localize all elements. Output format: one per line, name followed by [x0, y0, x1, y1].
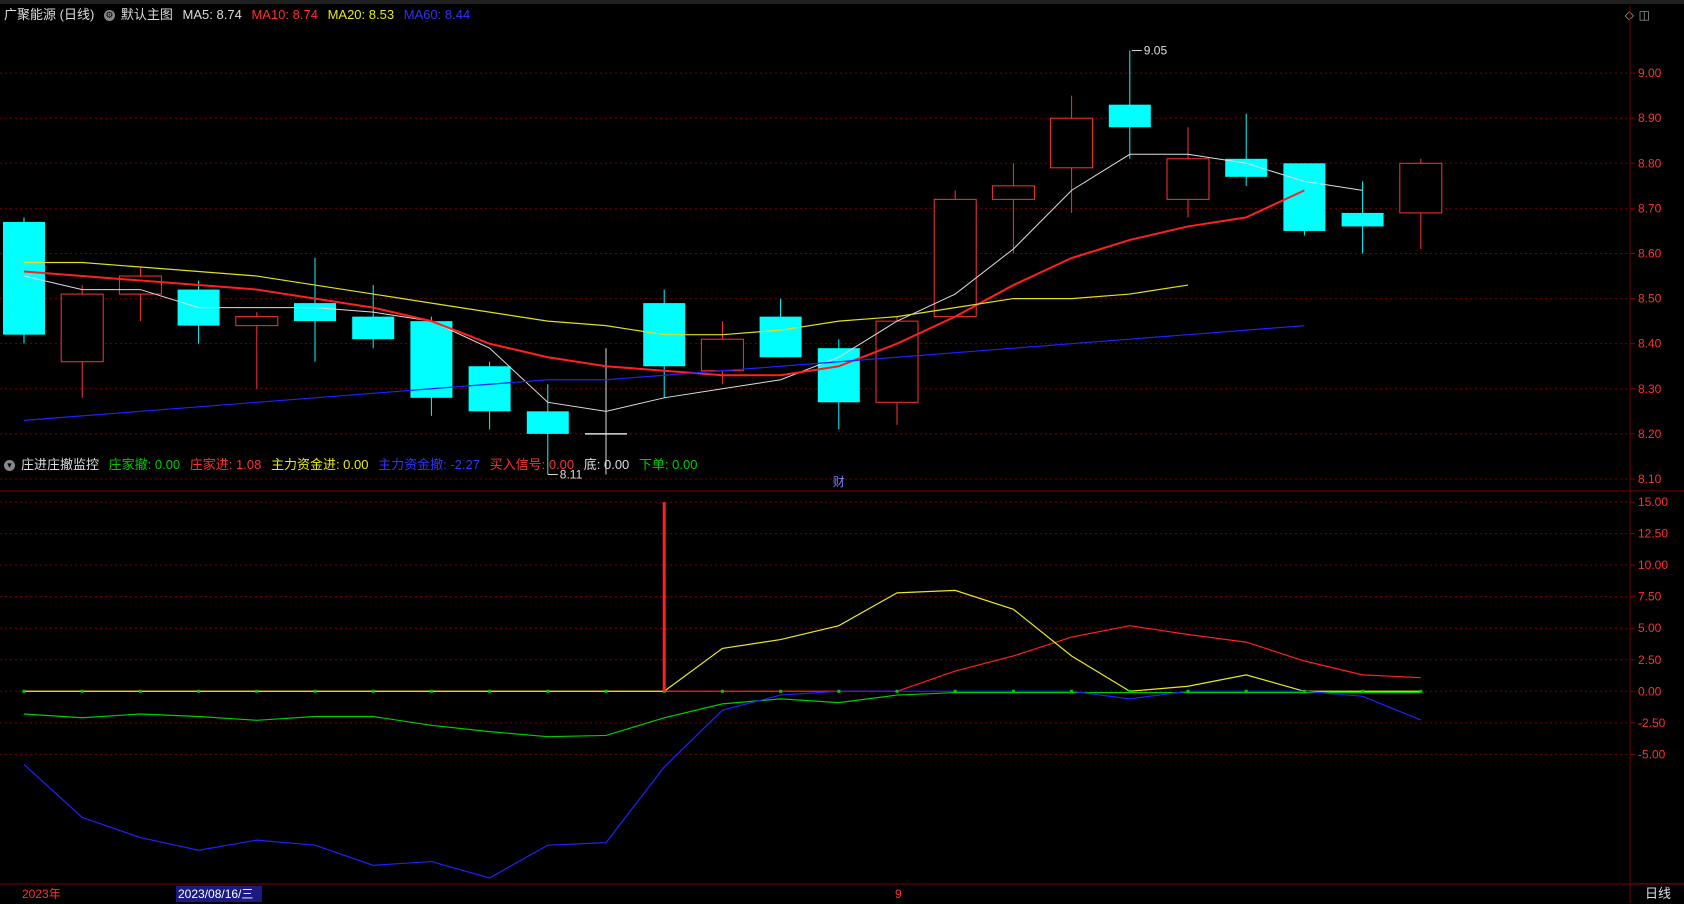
zero-dot	[546, 689, 550, 693]
candle-body	[875, 320, 919, 403]
zero-dot	[1244, 689, 1248, 693]
month-label: 9	[895, 887, 902, 901]
y-tick-label: 10.00	[1638, 558, 1668, 572]
candle-body	[352, 316, 395, 340]
candle-body	[1399, 162, 1443, 214]
candle-body	[60, 293, 104, 363]
zero-dot	[895, 689, 899, 693]
zero-dot	[80, 689, 84, 693]
y-tick-label: 9.00	[1638, 66, 1662, 80]
candle-body	[700, 338, 744, 372]
y-tick-label: 8.50	[1638, 292, 1662, 306]
indicator-line-2	[24, 589, 1421, 692]
zero-dot	[720, 689, 724, 693]
zero-dot	[604, 689, 608, 693]
y-tick-label: 12.50	[1638, 527, 1668, 541]
y-tick-label: 5.00	[1638, 621, 1662, 635]
chart-canvas: 8.10 8.20 8.30 8.40 8.50 8.60 8.70 8.80 8.90 9.00…	[0, 6, 1684, 903]
zero-dot	[197, 689, 201, 693]
period-label[interactable]: 日线	[1632, 883, 1684, 904]
zero-dot	[138, 689, 142, 693]
zero-dot	[779, 689, 783, 693]
zero-dot	[1128, 689, 1132, 693]
date-label: 2023/08/16/三	[178, 887, 253, 901]
y-tick-label: 8.90	[1638, 111, 1662, 125]
y-tick-label: 8.10	[1638, 472, 1662, 486]
y-tick-label: 8.80	[1638, 156, 1662, 170]
y-tick-label: 0.00	[1638, 684, 1662, 698]
candle-body	[1050, 117, 1094, 169]
year-label: 2023年	[22, 887, 61, 901]
zero-dot	[953, 689, 957, 693]
candle-body	[759, 316, 802, 358]
candle-body	[1166, 158, 1210, 200]
zero-dot	[1186, 689, 1190, 693]
zero-dot	[429, 689, 433, 693]
zero-dot	[837, 689, 841, 693]
finance-marker: 财	[833, 475, 845, 489]
zero-dot	[1302, 689, 1306, 693]
zero-dot	[1361, 689, 1365, 693]
candle-body	[294, 303, 336, 322]
candle-body	[3, 221, 45, 335]
y-tick-label: 8.60	[1638, 246, 1662, 260]
candle-body	[468, 366, 511, 412]
low-label: 8.11	[560, 467, 583, 481]
zero-dot	[371, 689, 375, 693]
candle-body	[235, 316, 279, 327]
candle-body	[817, 348, 860, 403]
high-label: 9.05	[1144, 44, 1168, 58]
zero-dot	[1419, 689, 1423, 693]
candle-body	[526, 411, 569, 434]
candle-body	[991, 185, 1035, 200]
y-tick-label: -5.00	[1638, 747, 1666, 761]
y-tick-label: 8.30	[1638, 382, 1662, 396]
candle-body	[1108, 104, 1151, 128]
y-tick-label: 8.40	[1638, 337, 1662, 351]
y-tick-label: 8.20	[1638, 427, 1662, 441]
candle-body	[1341, 212, 1384, 227]
zero-dot	[255, 689, 259, 693]
zero-dot	[1070, 689, 1074, 693]
zero-dot	[1011, 689, 1015, 693]
y-tick-label: 15.00	[1638, 495, 1668, 509]
indicator-line-0	[23, 691, 1421, 738]
candle-body	[933, 198, 977, 318]
candle-body	[410, 321, 453, 398]
y-tick-label: 7.50	[1638, 590, 1662, 604]
y-tick-label: -2.50	[1638, 716, 1666, 730]
zero-dot	[313, 689, 317, 693]
y-tick-label: 8.70	[1638, 201, 1662, 215]
y-tick-label: 2.50	[1638, 653, 1662, 667]
zero-dot	[488, 689, 492, 693]
zero-dot	[22, 689, 26, 693]
